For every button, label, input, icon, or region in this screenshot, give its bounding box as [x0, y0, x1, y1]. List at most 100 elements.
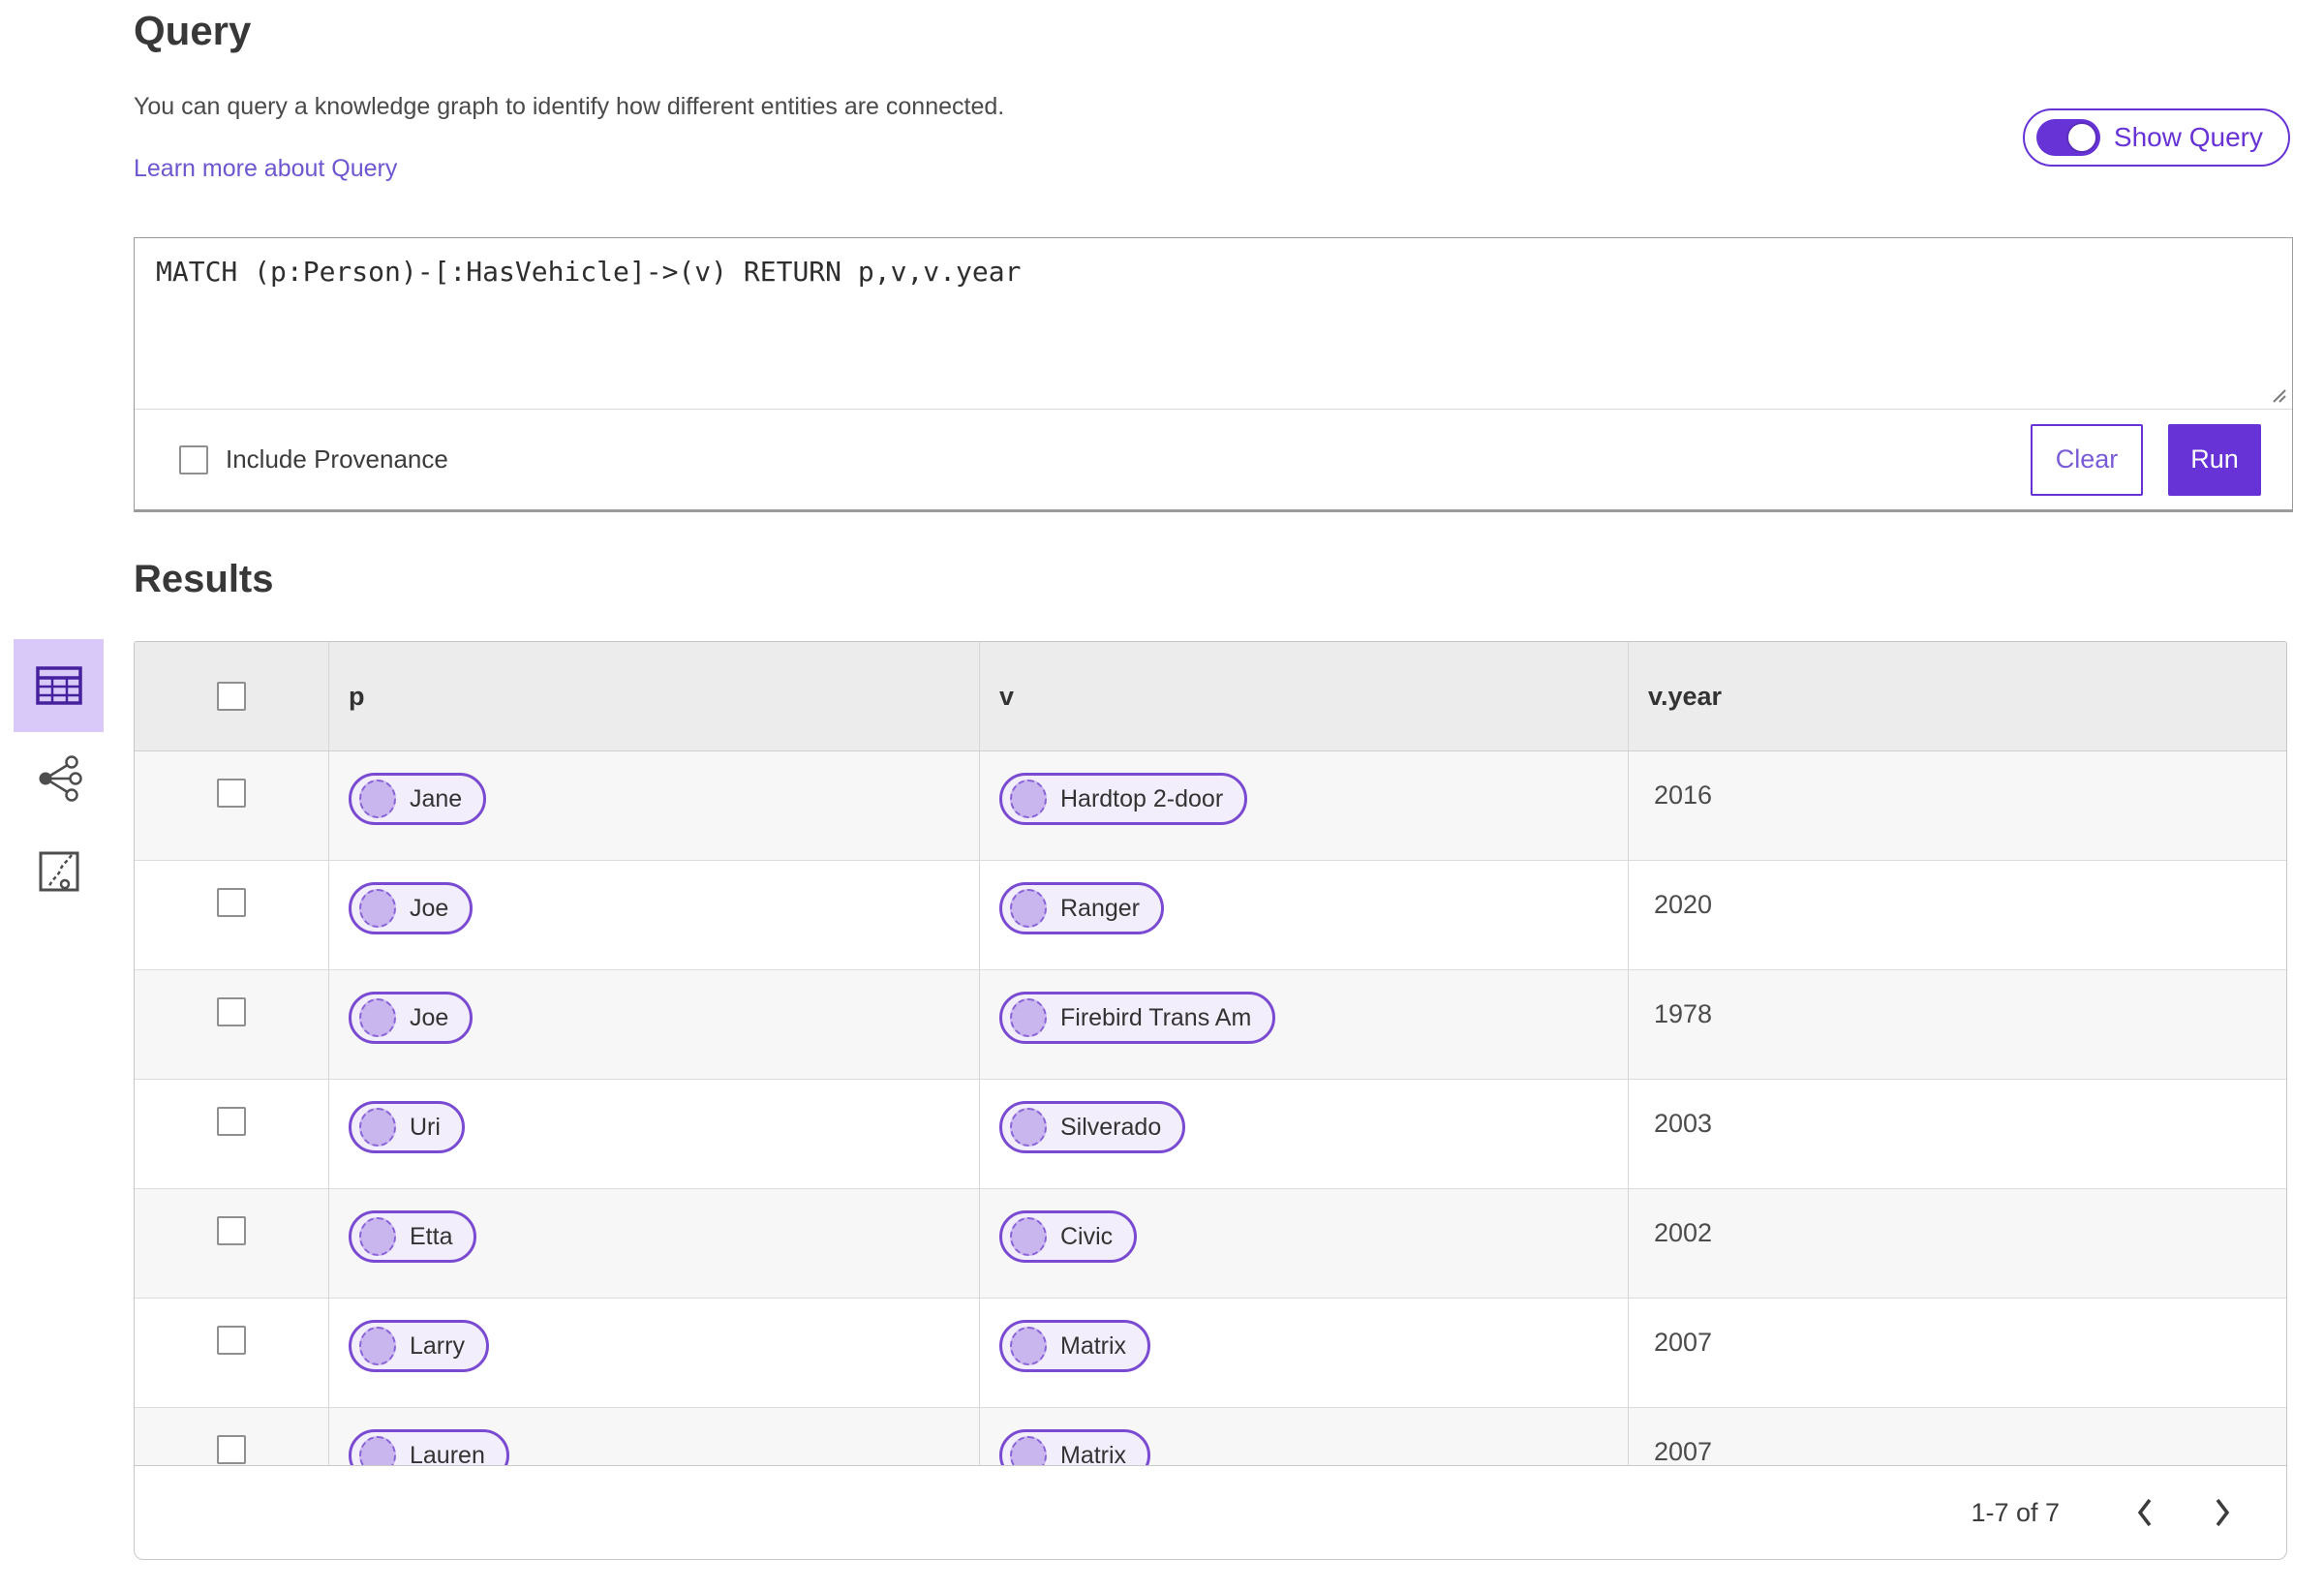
year-cell: 1978 [1628, 970, 2286, 1079]
row-checkbox[interactable] [217, 1107, 246, 1136]
row-checkbox-cell [135, 1299, 328, 1407]
year-cell: 2003 [1628, 1080, 2286, 1188]
person-cell: Uri [328, 1080, 979, 1188]
include-provenance-option[interactable]: Include Provenance [179, 444, 448, 474]
person-node-label: Larry [410, 1331, 465, 1360]
table-row: Etta Civic 2002 [135, 1189, 2286, 1299]
table-row: Joe Firebird Trans Am 1978 [135, 970, 2286, 1080]
page-range-label: 1-7 of 7 [1971, 1497, 2060, 1527]
vehicle-node-label: Silverado [1060, 1113, 1162, 1141]
node-circle-icon [359, 1108, 396, 1147]
table-view-tab[interactable] [14, 639, 104, 732]
previous-page-button[interactable] [2122, 1489, 2168, 1536]
person-cell: Etta [328, 1189, 979, 1298]
node-circle-icon [1010, 1327, 1047, 1365]
chevron-left-icon [2137, 1498, 2152, 1527]
resize-grip-icon[interactable] [2266, 382, 2287, 404]
page-description: You can query a knowledge graph to ident… [134, 93, 1005, 120]
vehicle-node-label: Hardtop 2-door [1060, 784, 1224, 812]
row-checkbox-cell [135, 861, 328, 969]
person-node-pill[interactable]: Jane [349, 773, 487, 825]
select-all-checkbox[interactable] [217, 682, 246, 711]
path-view-tab[interactable] [14, 825, 104, 918]
node-circle-icon [359, 998, 396, 1037]
person-node-label: Uri [410, 1113, 441, 1141]
person-node-label: Jane [410, 784, 463, 812]
results-title: Results [134, 558, 274, 600]
vehicle-node-pill[interactable]: Ranger [999, 882, 1164, 934]
person-cell: Joe [328, 970, 979, 1079]
results-view-switcher [14, 639, 104, 918]
run-button[interactable]: Run [2168, 423, 2261, 496]
vehicle-node-pill[interactable]: Silverado [999, 1101, 1186, 1153]
year-cell: 2002 [1628, 1189, 2286, 1298]
column-header-v-year: v.year [1628, 642, 2286, 750]
node-circle-icon [1010, 998, 1047, 1037]
year-cell: 2020 [1628, 861, 2286, 969]
column-header-p: p [328, 642, 979, 750]
chevron-right-icon [2216, 1498, 2230, 1527]
table-body: Jane Hardtop 2-door 2016 Joe Ranger 2020… [135, 751, 2286, 1517]
include-provenance-label: Include Provenance [226, 444, 448, 474]
vehicle-cell: Firebird Trans Am [979, 970, 1628, 1079]
header-checkbox-cell [135, 642, 328, 750]
table-header-row: p v v.year [135, 642, 2286, 751]
person-node-pill[interactable]: Larry [349, 1320, 489, 1372]
table-row: Joe Ranger 2020 [135, 861, 2286, 970]
person-node-label: Etta [410, 1222, 453, 1250]
person-node-pill[interactable]: Joe [349, 882, 474, 934]
query-input[interactable]: MATCH (p:Person)-[:HasVehicle]->(v) RETU… [135, 238, 2292, 409]
toggle-switch-icon[interactable] [2035, 119, 2100, 156]
node-circle-icon [1010, 1108, 1047, 1147]
page-title: Query [134, 8, 252, 53]
vehicle-node-label: Firebird Trans Am [1060, 1003, 1252, 1031]
vehicle-cell: Silverado [979, 1080, 1628, 1188]
person-node-pill[interactable]: Joe [349, 992, 474, 1044]
row-checkbox-cell [135, 751, 328, 860]
results-table: p v v.year Jane Hardtop 2-door 2016 Joe … [134, 641, 2287, 1560]
show-query-label: Show Query [2113, 122, 2263, 152]
node-circle-icon [1010, 1217, 1047, 1256]
vehicle-node-pill[interactable]: Civic [999, 1210, 1138, 1263]
row-checkbox[interactable] [217, 1326, 246, 1355]
person-node-label: Joe [410, 1003, 449, 1031]
vehicle-node-label: Civic [1060, 1222, 1114, 1250]
table-icon [35, 666, 82, 705]
vehicle-node-pill[interactable]: Hardtop 2-door [999, 773, 1248, 825]
vehicle-cell: Ranger [979, 861, 1628, 969]
row-checkbox-cell [135, 1080, 328, 1188]
row-checkbox[interactable] [217, 779, 246, 808]
query-panel-footer: Include Provenance Clear Run [135, 410, 2292, 509]
vehicle-node-pill[interactable]: Firebird Trans Am [999, 992, 1276, 1044]
graph-view-tab[interactable] [14, 732, 104, 825]
node-circle-icon [359, 889, 396, 928]
next-page-button[interactable] [2199, 1489, 2246, 1536]
query-editor-area: MATCH (p:Person)-[:HasVehicle]->(v) RETU… [135, 238, 2292, 410]
node-circle-icon [1010, 889, 1047, 928]
show-query-toggle[interactable]: Show Query [2022, 108, 2290, 167]
row-checkbox[interactable] [217, 997, 246, 1026]
person-cell: Larry [328, 1299, 979, 1407]
row-checkbox[interactable] [217, 1435, 246, 1464]
network-graph-icon [39, 755, 82, 802]
year-cell: 2016 [1628, 751, 2286, 860]
person-cell: Jane [328, 751, 979, 860]
learn-more-link[interactable]: Learn more about Query [134, 155, 397, 183]
include-provenance-checkbox[interactable] [179, 444, 208, 474]
person-node-pill[interactable]: Uri [349, 1101, 465, 1153]
table-row: Jane Hardtop 2-door 2016 [135, 751, 2286, 861]
person-node-label: Joe [410, 894, 449, 922]
row-checkbox[interactable] [217, 1216, 246, 1245]
toggle-knob [2065, 122, 2097, 153]
row-checkbox-cell [135, 1189, 328, 1298]
person-node-pill[interactable]: Etta [349, 1210, 477, 1263]
column-header-v: v [979, 642, 1628, 750]
query-panel: MATCH (p:Person)-[:HasVehicle]->(v) RETU… [134, 237, 2293, 512]
table-row: Uri Silverado 2003 [135, 1080, 2286, 1189]
row-checkbox-cell [135, 970, 328, 1079]
query-page: Query You can query a knowledge graph to… [0, 0, 2324, 1591]
row-checkbox[interactable] [217, 888, 246, 917]
table-pagination: 1-7 of 7 [135, 1465, 2286, 1559]
vehicle-node-pill[interactable]: Matrix [999, 1320, 1151, 1372]
clear-button[interactable]: Clear [2031, 423, 2143, 496]
